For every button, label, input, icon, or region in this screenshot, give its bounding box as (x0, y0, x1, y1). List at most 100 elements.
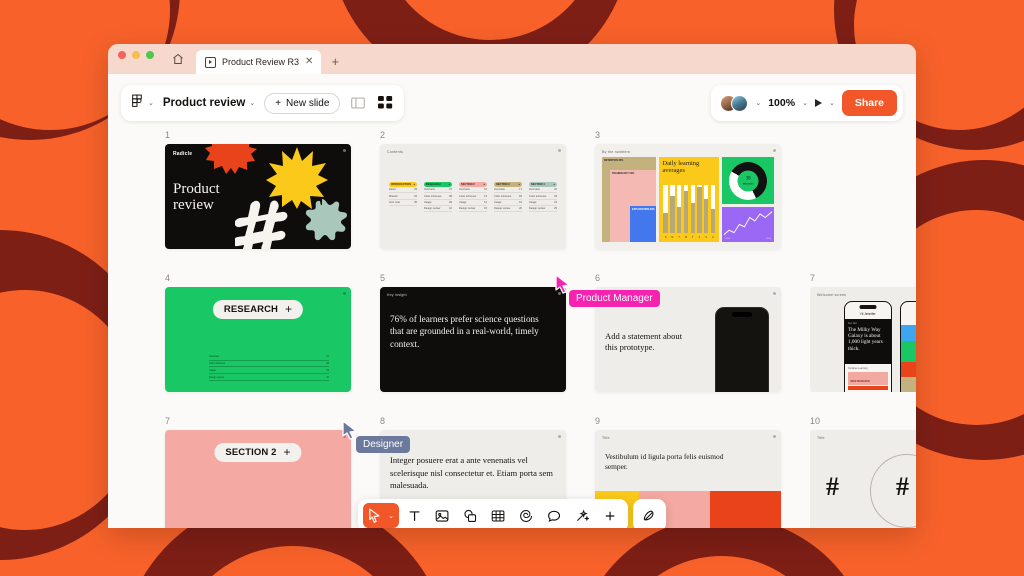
section-list-label: Design review (209, 375, 225, 379)
slide-title: Product review (173, 181, 220, 214)
slide-cell[interactable]: 7 SECTION 2 + (165, 416, 351, 528)
color-block (901, 325, 916, 341)
browser-tab[interactable]: Product Review R3 ✕ (196, 50, 322, 74)
table-tool[interactable] (486, 503, 511, 528)
chevron-down-icon[interactable]: ⌄ (386, 512, 396, 520)
new-tab-button[interactable]: + (331, 54, 339, 69)
section-list-label: Color schemes (209, 362, 225, 366)
nested-label-1: RETENTION 30% (604, 158, 624, 162)
slide-thumbnail-7[interactable]: Welcome screen Hi Jennifer Fun fact The … (810, 287, 916, 392)
contents-row-number: 20 (519, 207, 522, 211)
slide-title-line1: Product (173, 181, 220, 197)
maximize-window-button[interactable] (146, 50, 154, 59)
bar-label: S (664, 237, 667, 239)
contents-row: Design review 20 (494, 206, 522, 213)
slide-thumbnail-8[interactable]: SECTION 2 + (165, 430, 351, 528)
tab-title: Product Review R3 (222, 57, 300, 67)
contents-row-label: About (389, 188, 396, 192)
editor-toolbar-left: ⌄ Product review ⌄ + New slide (121, 85, 405, 121)
pen-tool-group (632, 499, 666, 528)
collaborator-avatars[interactable] (720, 94, 749, 112)
magic-tool[interactable] (570, 503, 595, 528)
browser-chrome: Product Review R3 ✕ + (108, 44, 916, 74)
slide-cell[interactable]: 2 Contents INTRODUCTION ● About 03 Mission 04… (380, 130, 566, 249)
slide-cell[interactable]: 4 RESEARCH + Overview 07 Color schemes 08 Us… (165, 273, 351, 392)
slide-thumbnail-5[interactable]: Key insight 76% of learners prefer scien… (380, 287, 566, 392)
highlighter-tool[interactable] (637, 503, 662, 528)
contents-row-number: 25 (554, 207, 557, 211)
contents-tag-dot: ● (553, 183, 555, 186)
play-icon[interactable] (814, 99, 822, 107)
text-tool[interactable] (402, 503, 427, 528)
slide-menu-dot[interactable] (558, 435, 561, 438)
chevron-down-icon[interactable]: ⌄ (755, 99, 761, 107)
slide-number: 2 (380, 130, 386, 140)
slide-menu-dot[interactable] (773, 149, 776, 152)
slide-menu-dot[interactable] (343, 149, 346, 152)
tool-group: ⌄ (358, 499, 628, 528)
cursor-icon[interactable] (363, 503, 387, 528)
section-list-number: 09 (326, 369, 329, 373)
prototype-statement: Add a statement about this prototype. (605, 331, 683, 353)
chevron-down-icon[interactable]: ⌄ (802, 99, 808, 107)
plus-icon: + (283, 444, 291, 459)
phone-notch (732, 312, 752, 317)
avatar[interactable] (731, 94, 749, 112)
slide-menu-dot[interactable] (773, 292, 776, 295)
minimize-window-button[interactable] (132, 50, 140, 59)
contents-row-label: Design review (459, 207, 476, 211)
slide-number: 7 (165, 416, 171, 426)
slide-body-text: Vestibulum id ligula porta felis euismod… (605, 452, 724, 471)
select-tool[interactable]: ⌄ (363, 503, 399, 528)
contents-row-number: 03 (414, 188, 417, 192)
slide-cell[interactable]: 3 By the numbers RETENTION 30% TECHNOLOG… (595, 130, 781, 249)
slide-thumbnail-3[interactable]: By the numbers RETENTION 30% TECHNOLOGY … (595, 144, 781, 249)
slide-label: Title (817, 436, 825, 440)
close-window-button[interactable] (118, 50, 126, 59)
fact-card: Fun fact The Milky Way Galaxy is about 1… (845, 319, 891, 364)
nested-rect-2: TECHNOLOGY 52% EXPLORATION 63% MY SUBJEC… (610, 170, 657, 242)
close-icon[interactable]: ✕ (305, 57, 313, 67)
contents-row-label: Overview (494, 188, 505, 192)
contents-row-number: 12 (484, 188, 487, 192)
section-list-row: Usage 09 (209, 367, 329, 375)
nested-label-3: EXPLORATION 63% (632, 207, 655, 211)
slide-thumbnail-11[interactable]: Title # # (810, 430, 916, 528)
contents-row: Intro note 05 (389, 200, 417, 206)
section-list-row: Color schemes 08 (209, 361, 329, 368)
slide-cell[interactable]: 7 Welcome screen Hi Jennifer Fun fact Th… (810, 273, 916, 392)
new-slide-button[interactable]: + New slide (264, 92, 341, 114)
slide-cell[interactable]: 1 Radicle Product review (165, 130, 351, 249)
slide-label: Contents (387, 150, 403, 154)
shape-tool[interactable] (458, 503, 483, 528)
fact-label: Fun fact (848, 322, 857, 325)
slide-cell[interactable]: 10 Title # # (810, 416, 916, 528)
donut-label: 38 minutes (743, 176, 754, 185)
comment-tool[interactable] (542, 503, 567, 528)
chevron-down-icon[interactable]: ⌄ (829, 99, 835, 107)
slide-number: 10 (810, 416, 821, 426)
slide-thumbnail-2[interactable]: Contents INTRODUCTION ● About 03 Mission 04 In… (380, 144, 566, 249)
slide-menu-dot[interactable] (343, 292, 346, 295)
slide-cell[interactable]: 5 Key insight 76% of learners prefer sci… (380, 273, 566, 392)
grid-view-icon[interactable] (376, 94, 394, 112)
single-slide-view-icon[interactable] (349, 94, 367, 112)
research-card: USER RESEARCH (848, 372, 888, 385)
nested-rect-chart: RETENTION 30% TECHNOLOGY 52% EXPLORATION… (602, 157, 657, 242)
slide-grid: 1 Radicle Product review 2 Contents INTR… (108, 130, 916, 528)
brand-menu-button[interactable]: ⌄ (131, 94, 154, 113)
slide-thumbnail-1[interactable]: Radicle Product review (165, 144, 351, 249)
more-tool[interactable] (598, 503, 623, 528)
window-controls[interactable] (118, 44, 154, 74)
slide-menu-dot[interactable] (773, 435, 776, 438)
home-icon[interactable] (166, 47, 190, 71)
slide-menu-dot[interactable] (558, 149, 561, 152)
line-chart-path (723, 211, 773, 236)
slide-thumbnail-4[interactable]: RESEARCH + Overview 07 Color schemes 08 Usag… (165, 287, 351, 392)
image-tool[interactable] (430, 503, 455, 528)
document-title-menu[interactable]: Product review ⌄ (163, 97, 255, 109)
bottom-toolbar: ⌄ (358, 499, 666, 528)
sticker-tool[interactable] (514, 503, 539, 528)
continue-label: Continue Learning (848, 367, 868, 370)
share-button[interactable]: Share (841, 90, 897, 116)
